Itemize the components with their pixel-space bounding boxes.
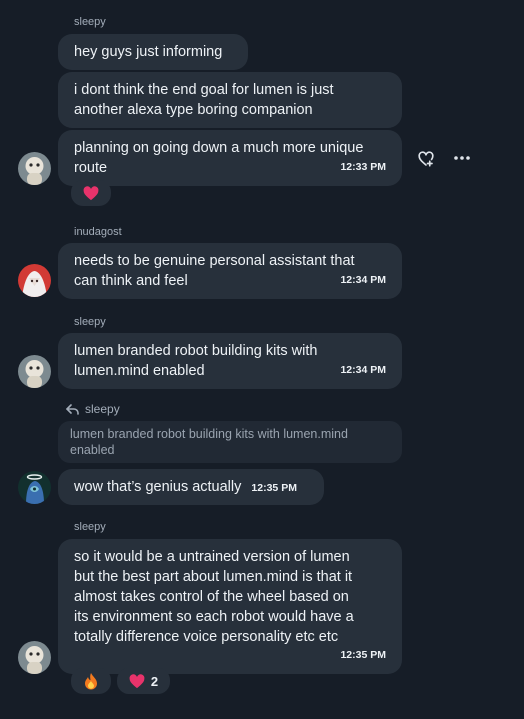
message-text: lumen.mind enabled: [74, 363, 205, 379]
reply-reference[interactable]: sleepy: [66, 402, 120, 416]
reply-author: sleepy: [85, 402, 120, 416]
message-text: wow that’s genius actually: [74, 479, 242, 495]
timestamp: 12:34 PM: [340, 274, 386, 286]
message-text: can think and feel: [74, 273, 188, 289]
timestamp: 12:33 PM: [340, 161, 386, 173]
avatar[interactable]: [18, 641, 51, 674]
reply-arrow-icon: [66, 403, 79, 415]
reaction-count: 2: [150, 673, 159, 689]
timestamp: 12:34 PM: [340, 364, 386, 376]
message-bubble[interactable]: planning on going down a much more uniqu…: [58, 130, 402, 186]
more-icon[interactable]: [452, 150, 472, 166]
reaction-heart[interactable]: [71, 180, 111, 206]
fire-icon: [85, 673, 97, 690]
message-text: route: [74, 160, 108, 176]
message-bubble[interactable]: lumen branded robot building kits with l…: [58, 333, 402, 389]
author-name[interactable]: sleepy: [74, 16, 106, 28]
avatar[interactable]: [18, 355, 51, 388]
avatar[interactable]: [18, 264, 51, 297]
message-bubble[interactable]: so it would be a untrained version of lu…: [58, 539, 402, 674]
message-text: almost takes control of the wheel based …: [74, 589, 349, 605]
timestamp: 12:35 PM: [340, 649, 386, 661]
message-text: so it would be a untrained version of lu…: [74, 549, 350, 565]
message-text: needs to be genuine personal assistant t…: [74, 253, 355, 269]
heart-icon: [83, 185, 99, 200]
quote-text: lumen branded robot building kits with l…: [70, 427, 348, 441]
message-bubble[interactable]: wow that’s genius actually 12:35 PM: [58, 469, 324, 505]
message-text: totally difference voice personality etc…: [74, 629, 339, 645]
message-text: but the best part about lumen.mind is th…: [74, 569, 353, 585]
reaction-fire[interactable]: [71, 668, 111, 694]
quote-text: enabled: [70, 443, 115, 457]
reaction-heart[interactable]: 2: [117, 668, 170, 694]
message-text: planning on going down a much more uniqu…: [74, 140, 364, 156]
message-bubble[interactable]: hey guys just informing: [58, 34, 248, 70]
author-name[interactable]: sleepy: [74, 521, 106, 533]
message-text: its environment so each robot would have…: [74, 609, 354, 625]
author-name[interactable]: sleepy: [74, 316, 106, 328]
message-text: hey guys just informing: [74, 44, 223, 60]
heart-plus-icon[interactable]: [417, 150, 435, 168]
message-text: i dont think the end goal for lumen is j…: [74, 82, 334, 98]
timestamp: 12:35 PM: [251, 482, 297, 494]
message-bubble[interactable]: needs to be genuine personal assistant t…: [58, 243, 402, 299]
avatar[interactable]: [18, 471, 51, 504]
message-text: another alexa type boring companion: [74, 102, 313, 118]
message-text: lumen branded robot building kits with: [74, 343, 318, 359]
heart-icon: [129, 673, 145, 688]
quoted-message[interactable]: lumen branded robot building kits with l…: [58, 421, 402, 463]
avatar[interactable]: [18, 152, 51, 185]
author-name[interactable]: inudagost: [74, 226, 122, 238]
message-bubble[interactable]: i dont think the end goal for lumen is j…: [58, 72, 402, 128]
